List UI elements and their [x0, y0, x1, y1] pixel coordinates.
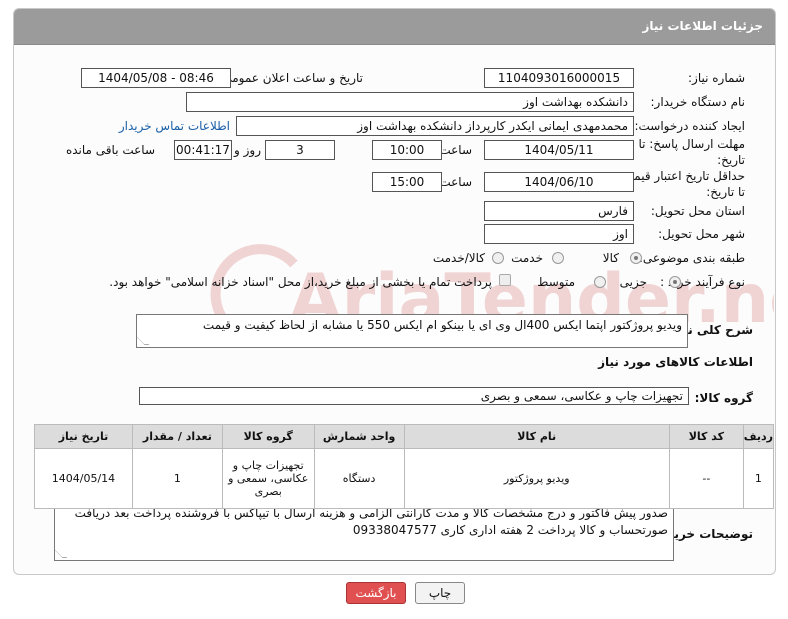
col-need-date: تاریخ نیاز — [34, 424, 133, 449]
category-option-goods: کالا — [602, 251, 619, 265]
treasury-payment-checkbox[interactable] — [499, 274, 511, 286]
category-radio-goods[interactable] — [630, 252, 642, 264]
city-field[interactable]: اوز — [484, 224, 634, 244]
category-option-service: خدمت — [511, 251, 543, 265]
announce-datetime-field[interactable]: 1404/05/08 - 08:46 — [81, 68, 231, 88]
panel-title: جزئیات اطلاعات نیاز — [642, 19, 763, 33]
requester-field[interactable]: محمدمهدی ایمانی ایکدر کارپرداز دانشکده ب… — [236, 116, 634, 136]
need-number-label: شماره نیاز: — [688, 71, 745, 85]
goods-group-label: گروه کالا: — [694, 391, 753, 405]
panel-header: جزئیات اطلاعات نیاز — [14, 9, 775, 45]
col-row-number: ردیف — [742, 424, 775, 449]
cell-quantity: 1 — [131, 448, 223, 509]
category-radio-goods-service[interactable] — [492, 252, 504, 264]
description-textarea[interactable]: ویدیو پروژکتور اپتما ایکس 400ال وی ای یا… — [136, 314, 688, 348]
price-validity-label-date: تا تاریخ: — [706, 185, 745, 199]
remaining-time-label: ساعت باقی مانده — [65, 143, 155, 157]
price-validity-label: حداقل تاریخ اعتبار قیمت: — [618, 169, 745, 183]
goods-group-field[interactable]: تجهیزات چاپ و عکاسی، سمعی و بصری — [139, 387, 689, 405]
category-radio-service[interactable] — [552, 252, 564, 264]
print-button[interactable]: چاپ — [415, 582, 465, 604]
goods-section-title: اطلاعات کالاهای مورد نیاز — [598, 355, 753, 369]
remaining-days-field[interactable]: 3 — [265, 140, 335, 160]
reply-time-label: ساعت — [439, 143, 472, 157]
reply-deadline-date-field[interactable]: 1404/05/11 — [484, 140, 634, 160]
goods-table: ردیف کد کالا نام کالا واحد شمارش گروه کا… — [34, 424, 775, 509]
cell-unit: دستگاه — [313, 448, 405, 509]
resize-grip-icon[interactable] — [54, 550, 68, 558]
col-goods-code: کد کالا — [668, 424, 744, 449]
col-goods-group: گروه کالا — [221, 424, 315, 449]
price-time-label: ساعت — [439, 175, 472, 189]
process-radio-minor[interactable] — [669, 276, 681, 288]
reply-deadline-time-field[interactable]: 10:00 — [372, 140, 442, 160]
cell-need-date: 1404/05/14 — [34, 448, 133, 509]
category-option-goods-service: کالا/خدمت — [432, 251, 485, 265]
cell-row-number: 1 — [742, 448, 775, 509]
buyer-notes-text: صدور پیش فاکتور و درج مشخصات کالا و مدت … — [74, 506, 668, 537]
table-row: 1 -- ویدیو پروژکتور دستگاه تجهیزات چاپ و… — [34, 448, 775, 509]
cell-goods-code: -- — [668, 448, 744, 509]
process-radio-medium[interactable] — [594, 276, 606, 288]
reply-deadline-label-date: تاریخ: — [717, 153, 745, 167]
buyer-org-label: نام دستگاه خریدار: — [650, 95, 746, 109]
back-button[interactable]: بازگشت — [346, 582, 406, 604]
category-label: طبقه بندی موضوعی: — [638, 251, 745, 265]
price-validity-time-field[interactable]: 15:00 — [372, 172, 442, 192]
province-field[interactable]: فارس — [484, 201, 634, 221]
city-label: شهر محل تحویل: — [658, 227, 745, 241]
resize-grip-icon[interactable] — [136, 337, 150, 345]
treasury-payment-note: پرداخت تمام یا بخشی از مبلغ خرید،از محل … — [109, 275, 492, 289]
description-text: ویدیو پروژکتور اپتما ایکس 400ال وی ای یا… — [202, 318, 682, 332]
buyer-org-field[interactable]: دانشکده بهداشت اوز — [186, 92, 634, 112]
cell-goods-group: تجهیزات چاپ و عکاسی، سمعی و بصری — [221, 448, 315, 509]
cell-goods-name: ویدیو پروژکتور — [403, 448, 670, 509]
table-header-row: ردیف کد کالا نام کالا واحد شمارش گروه کا… — [34, 424, 775, 449]
col-unit: واحد شمارش — [313, 424, 405, 449]
remaining-time-field[interactable]: 00:41:17 — [174, 140, 232, 160]
reply-deadline-label: مهلت ارسال پاسخ: تا — [638, 137, 745, 151]
need-number-field[interactable]: 1104093016000015 — [484, 68, 634, 88]
days-label: روز و — [234, 143, 261, 157]
province-label: استان محل تحویل: — [650, 204, 745, 218]
buyer-contact-link[interactable]: اطلاعات تماس خریدار — [119, 119, 230, 133]
price-validity-date-field[interactable]: 1404/06/10 — [484, 172, 634, 192]
buyer-notes-textarea[interactable]: صدور پیش فاکتور و درج مشخصات کالا و مدت … — [54, 502, 674, 561]
col-goods-name: نام کالا — [403, 424, 670, 449]
col-quantity: تعداد / مقدار — [131, 424, 223, 449]
process-option-medium: متوسط — [537, 275, 575, 289]
process-option-minor: جزیی — [619, 275, 647, 289]
requester-label: ایجاد کننده درخواست: — [634, 119, 745, 133]
announce-datetime-label: تاریخ و ساعت اعلان عمومی: — [218, 71, 363, 85]
